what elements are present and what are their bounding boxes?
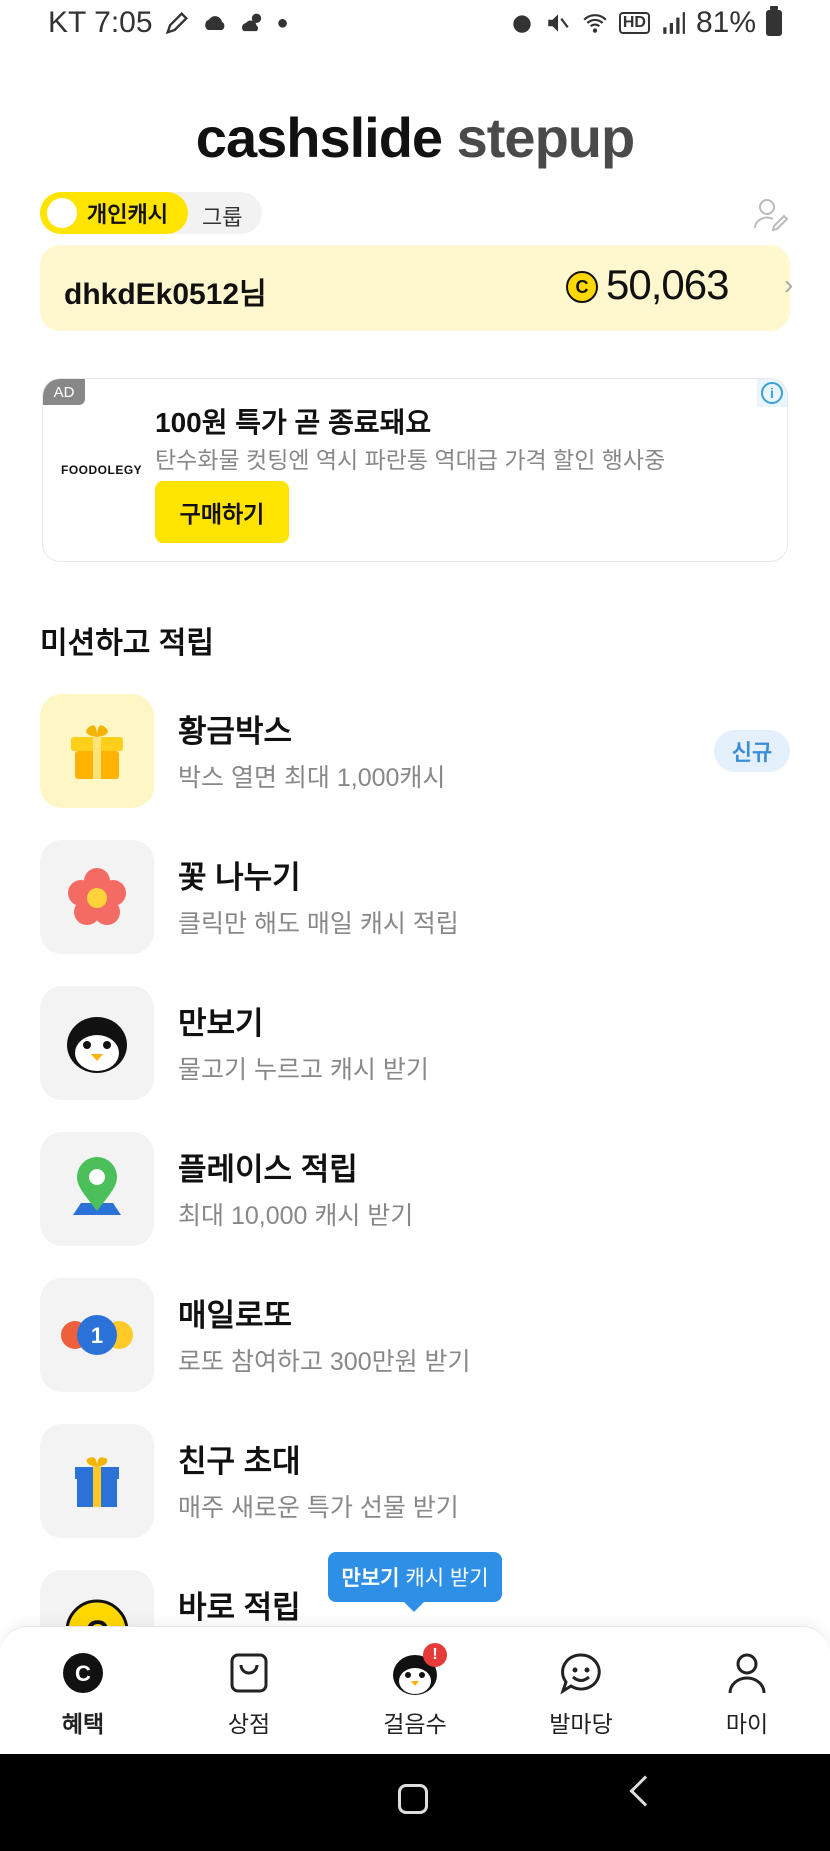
nav-tab-shop[interactable]: 상점: [189, 1647, 309, 1739]
ad-banner[interactable]: AD i FOODOLEGY 100원 특가 곧 종료돼요 탄수화물 컷팅엔 역…: [42, 378, 788, 562]
profile-edit-icon[interactable]: [752, 196, 788, 232]
nav-label: 혜택: [61, 1711, 105, 1737]
ad-cta-button[interactable]: 구매하기: [155, 481, 289, 543]
toggle-group-label[interactable]: 그룹: [202, 200, 242, 232]
mission-thumb: [40, 840, 154, 954]
mute-icon: [548, 14, 569, 32]
advertiser-logo: FOODOLEGY: [61, 463, 143, 477]
mission-desc: 매주 새로운 특가 선물 받기: [178, 1494, 459, 1522]
mission-desc: 로또 참여하고 300만원 받기: [178, 1348, 471, 1376]
nav-label: 걸음수: [383, 1711, 447, 1737]
cash-balance: 50,063: [606, 261, 729, 308]
mission-title: 친구 초대: [178, 1444, 301, 1479]
alarm-icon: [513, 15, 531, 33]
nav-tab-community[interactable]: 발마당: [521, 1647, 641, 1739]
mission-item-lotto[interactable]: 1 매일로또 로또 참여하고 300만원 받기: [40, 1278, 790, 1392]
nav-tab-benefits[interactable]: C 혜택: [23, 1647, 143, 1739]
mission-thumb: [40, 1132, 154, 1246]
brand-sub: stepup: [456, 106, 636, 169]
signal-icon: [663, 12, 685, 34]
mission-thumb: [40, 1424, 154, 1538]
pencil-icon: [165, 12, 188, 35]
toggle-personal[interactable]: 개인캐시: [40, 192, 188, 234]
present-icon: [75, 1457, 119, 1507]
pedometer-tooltip[interactable]: 만보기 캐시 받기: [328, 1552, 502, 1612]
svg-text:1: 1: [91, 1323, 103, 1348]
mission-thumb: [40, 986, 154, 1100]
missions-section-title: 미션하고 적립: [40, 627, 214, 660]
nav-label: 발마당: [549, 1711, 613, 1737]
tooltip-bold: 만보기: [341, 1567, 400, 1590]
cloud-icon: [204, 16, 224, 30]
weather-icon: [241, 13, 261, 32]
system-nav-bar: [0, 1754, 830, 1851]
mission-item-place[interactable]: 플레이스 적립 최대 10,000 캐시 받기: [40, 1132, 790, 1246]
battery-percent: 81%: [695, 6, 756, 39]
battery-icon: [766, 6, 782, 36]
coin-icon: C: [566, 271, 598, 303]
cash-mode-toggle[interactable]: 개인캐시 그룹: [40, 192, 262, 234]
bottom-nav: C 혜택 상점 ! 걸음수 발마당 마이: [0, 1626, 830, 1754]
ad-info-button[interactable]: i: [757, 379, 787, 407]
lotto-ball-icon: 1: [61, 1315, 133, 1355]
map-pin-icon: [73, 1157, 121, 1215]
mission-thumb: [40, 694, 154, 808]
hd-icon: HD: [618, 12, 650, 34]
wifi-icon: [583, 14, 607, 33]
nav-tab-steps[interactable]: ! 걸음수: [355, 1643, 475, 1739]
info-icon: i: [761, 382, 783, 404]
coin-c-icon: C: [63, 1653, 103, 1693]
dot-icon: ●: [276, 11, 289, 34]
status-right: HD 81%: [509, 6, 782, 40]
alert-badge: !: [423, 1643, 447, 1667]
chat-smile-icon: [560, 1653, 601, 1695]
toggle-personal-label: 개인캐시: [87, 202, 168, 227]
mission-desc: 클릭만 해도 매일 캐시 적립: [178, 910, 459, 938]
mission-item-golden-box[interactable]: 황금박스 박스 열면 최대 1,000캐시 신규: [40, 694, 790, 808]
home-icon[interactable]: [398, 1784, 428, 1814]
tooltip-text: 캐시 받기: [405, 1567, 489, 1590]
ad-subtitle: 탄수화물 컷팅엔 역시 파란통 역대급 가격 할인 행사중: [155, 447, 666, 473]
mission-desc: 최대 10,000 캐시 받기: [178, 1202, 414, 1230]
mission-thumb: 1: [40, 1278, 154, 1392]
mission-title: 만보기: [178, 1006, 264, 1041]
mission-item-invite[interactable]: 친구 초대 매주 새로운 특가 선물 받기: [40, 1424, 790, 1538]
penguin-icon: [67, 1017, 127, 1073]
mission-title: 꽃 나누기: [178, 860, 301, 895]
chevron-right-icon: ›: [784, 269, 794, 300]
brand-main: cashslide: [195, 106, 443, 169]
carrier-time: KT 7:05: [48, 6, 153, 39]
brand-logo: cashslide stepup: [0, 105, 830, 170]
mission-title: 매일로또: [178, 1298, 293, 1333]
gift-box-icon: [71, 725, 123, 779]
svg-text:C: C: [75, 1661, 91, 1686]
mission-title: 플레이스 적립: [178, 1152, 358, 1187]
nav-tab-my[interactable]: 마이: [687, 1647, 807, 1739]
username: dhkdEk0512님: [64, 278, 267, 311]
user-balance-card[interactable]: dhkdEk0512님 C 50,063 ›: [40, 245, 794, 331]
person-icon: [728, 1653, 766, 1694]
status-left: KT 7:05 ●: [48, 6, 289, 40]
mission-title: 황금박스: [178, 714, 293, 749]
mission-desc: 박스 열면 최대 1,000캐시: [178, 764, 446, 792]
toggle-knob: [47, 198, 77, 228]
status-bar: KT 7:05 ● HD 81%: [0, 0, 830, 50]
new-badge: 신규: [714, 730, 790, 772]
nav-label: 마이: [725, 1711, 769, 1737]
nav-label: 상점: [227, 1711, 271, 1737]
mission-item-pedometer[interactable]: 만보기 물고기 누르고 캐시 받기: [40, 986, 790, 1100]
back-icon[interactable]: [629, 1775, 661, 1807]
mission-desc: 물고기 누르고 캐시 받기: [178, 1056, 429, 1084]
ad-badge: AD: [43, 379, 85, 405]
flower-icon: [68, 868, 126, 925]
mission-item-flower[interactable]: 꽃 나누기 클릭만 해도 매일 캐시 적립: [40, 840, 790, 954]
shopping-bag-icon: [230, 1653, 268, 1693]
mission-title: 바로 적립: [178, 1590, 301, 1625]
ad-title: 100원 특가 곧 종료돼요: [155, 407, 432, 438]
